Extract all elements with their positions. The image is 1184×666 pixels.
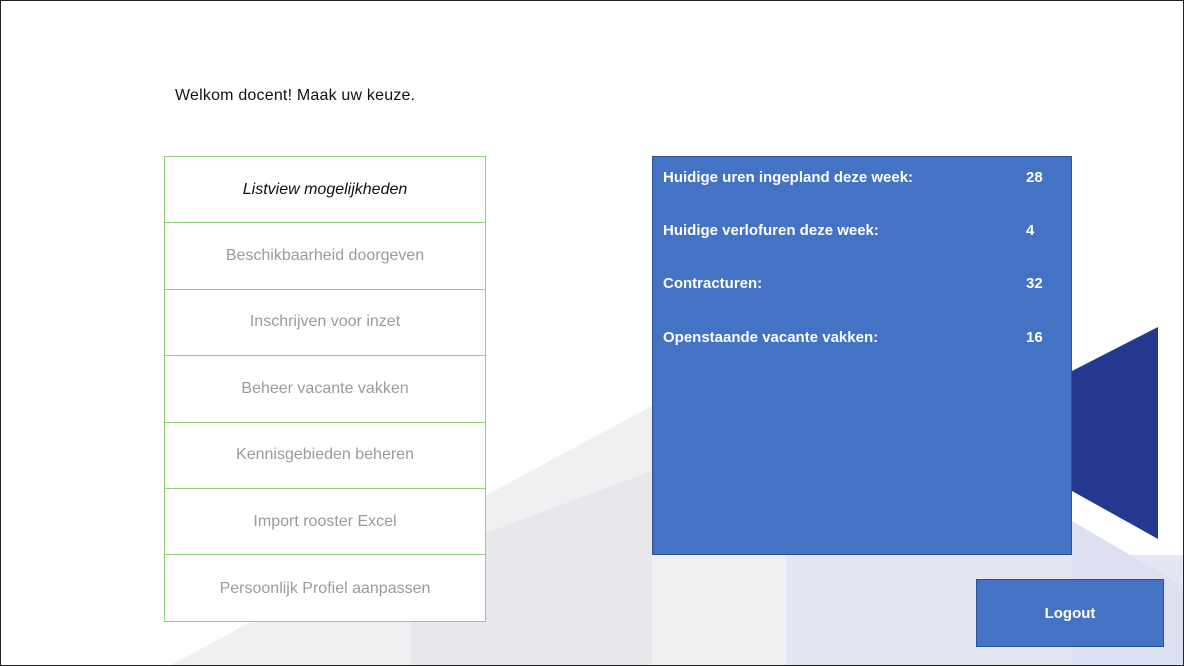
menu-item-knowledge-areas[interactable]: Kennisgebieden beheren	[165, 423, 485, 489]
stat-label: Openstaande vacante vakken:	[663, 329, 879, 346]
main-menu: Listview mogelijkheden Beschikbaarheid d…	[164, 156, 486, 622]
menu-item-listview[interactable]: Listview mogelijkheden	[165, 157, 485, 224]
menu-item-register-deployment[interactable]: Inschrijven voor inzet	[165, 290, 485, 357]
app-window: Welkom docent! Maak uw keuze. Listview m…	[0, 0, 1184, 666]
stat-value: 4	[1026, 222, 1035, 239]
menu-item-import-schedule[interactable]: Import rooster Excel	[165, 489, 485, 556]
stat-value: 28	[1026, 169, 1043, 186]
stat-label: Huidige verlofuren deze week:	[663, 222, 879, 239]
welcome-heading: Welkom docent! Maak uw keuze.	[175, 87, 416, 104]
stat-value: 16	[1026, 329, 1043, 346]
menu-item-manage-vacancies[interactable]: Beheer vacante vakken	[165, 356, 485, 423]
stats-panel: Huidige uren ingepland deze week: 28 Hui…	[652, 156, 1072, 555]
stat-label: Huidige uren ingepland deze week:	[663, 169, 914, 186]
stat-label: Contracturen:	[663, 275, 763, 292]
logout-button[interactable]: Logout	[976, 579, 1164, 647]
bg-shape-dark-blue	[1072, 327, 1158, 539]
menu-item-edit-profile[interactable]: Persoonlijk Profiel aanpassen	[165, 555, 485, 621]
menu-item-availability[interactable]: Beschikbaarheid doorgeven	[165, 223, 485, 290]
stat-value: 32	[1026, 275, 1043, 292]
